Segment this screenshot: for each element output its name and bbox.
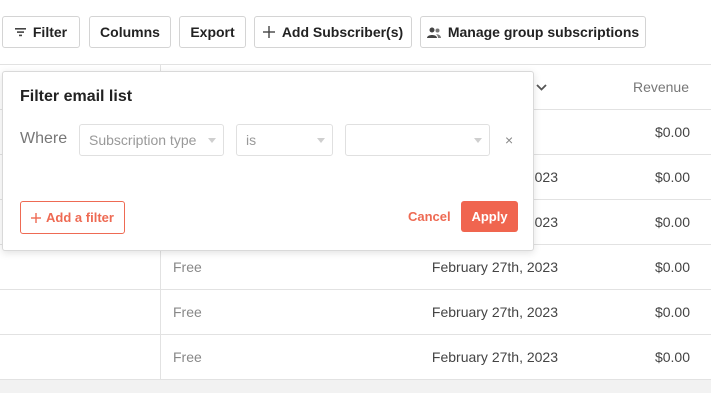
table-row[interactable]: Free February 27th, 2023 $0.00 bbox=[0, 245, 711, 290]
export-button[interactable]: Export bbox=[179, 16, 246, 48]
apply-button[interactable]: Apply bbox=[461, 201, 518, 232]
field-select-value: Subscription type bbox=[89, 132, 197, 148]
chevron-down-icon bbox=[536, 83, 547, 91]
dropdown-caret-icon bbox=[208, 138, 216, 143]
columns-button[interactable]: Columns bbox=[89, 16, 171, 48]
subscription-type-cell: Free bbox=[173, 304, 202, 320]
manage-group-subscriptions-button[interactable]: Manage group subscriptions bbox=[420, 16, 646, 48]
filter-button[interactable]: Filter bbox=[2, 16, 80, 48]
date-cell: 023 bbox=[534, 169, 558, 185]
table-row[interactable]: Free February 27th, 2023 $0.00 bbox=[0, 290, 711, 335]
filter-popover: Filter email list Where Subscription typ… bbox=[2, 71, 534, 251]
revenue-cell: $0.00 bbox=[654, 304, 690, 320]
add-filter-button[interactable]: Add a filter bbox=[20, 201, 125, 234]
dropdown-caret-icon bbox=[474, 138, 482, 143]
add-filter-label: Add a filter bbox=[46, 210, 114, 225]
where-label: Where bbox=[20, 130, 68, 147]
remove-filter-button[interactable]: × bbox=[505, 133, 513, 147]
users-icon bbox=[426, 27, 441, 38]
filter-icon bbox=[14, 28, 26, 37]
value-select[interactable] bbox=[345, 124, 490, 156]
date-cell: February 27th, 2023 bbox=[431, 259, 558, 275]
dropdown-caret-icon bbox=[317, 138, 325, 143]
revenue-cell: $0.00 bbox=[654, 169, 690, 185]
plus-icon bbox=[262, 26, 275, 38]
table-row bbox=[0, 380, 711, 393]
add-subscribers-button[interactable]: Add Subscriber(s) bbox=[254, 16, 412, 48]
columns-button-label: Columns bbox=[100, 24, 160, 40]
field-select[interactable]: Subscription type bbox=[79, 124, 224, 156]
operator-select-value: is bbox=[246, 132, 257, 148]
manage-groups-label: Manage group subscriptions bbox=[447, 24, 640, 40]
popover-title: Filter email list bbox=[20, 88, 133, 105]
revenue-cell: $0.00 bbox=[654, 259, 690, 275]
subscription-type-cell: Free bbox=[173, 259, 202, 275]
date-cell: February 27th, 2023 bbox=[431, 349, 558, 365]
cancel-button[interactable]: Cancel bbox=[408, 209, 451, 224]
table-row[interactable]: Free February 27th, 2023 $0.00 bbox=[0, 335, 711, 380]
export-button-label: Export bbox=[190, 24, 235, 40]
revenue-column-header[interactable]: Revenue bbox=[633, 79, 689, 95]
toolbar: Filter Columns Export Add Subscriber(s) … bbox=[0, 0, 711, 64]
operator-select[interactable]: is bbox=[236, 124, 333, 156]
add-subscribers-label: Add Subscriber(s) bbox=[281, 24, 404, 40]
revenue-cell: $0.00 bbox=[654, 214, 690, 230]
revenue-cell: $0.00 bbox=[654, 124, 690, 140]
subscription-type-cell: Free bbox=[173, 349, 202, 365]
plus-icon bbox=[31, 212, 42, 223]
revenue-cell: $0.00 bbox=[654, 349, 690, 365]
filter-button-label: Filter bbox=[32, 24, 68, 40]
date-cell: February 27th, 2023 bbox=[431, 304, 558, 320]
date-cell: 023 bbox=[534, 214, 558, 230]
